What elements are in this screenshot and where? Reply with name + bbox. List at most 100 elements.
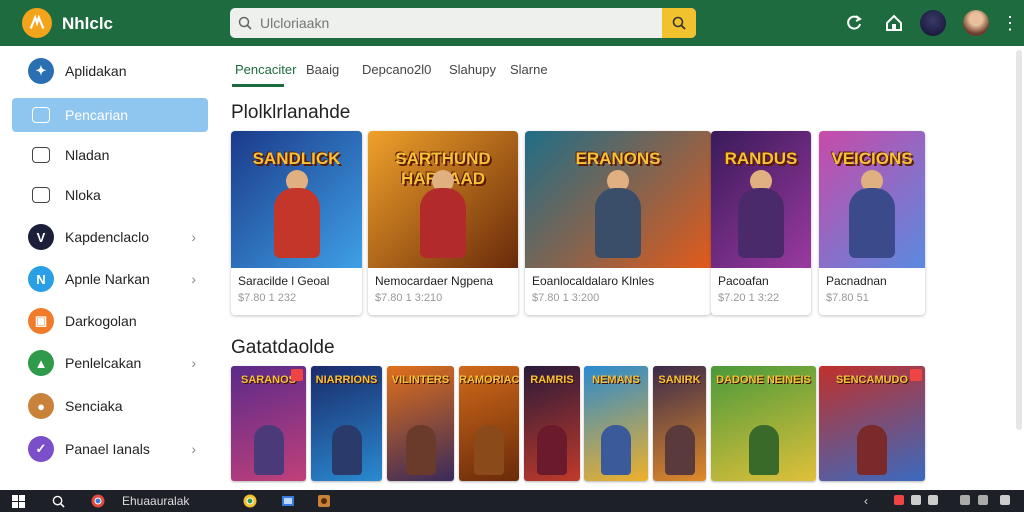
game-title: Pacnadnan bbox=[826, 274, 887, 288]
tile-title-art: DADONE NEINEIS bbox=[716, 374, 811, 386]
chrome-icon-2[interactable] bbox=[242, 493, 258, 509]
tile-title-art: NIARRIONS bbox=[315, 374, 378, 386]
tile-title-art: RAMRIS bbox=[530, 374, 574, 386]
game-cover-art: RANDUS bbox=[711, 131, 811, 268]
refresh-icon[interactable] bbox=[842, 11, 866, 35]
sidebar-item-label: Penlelcakan bbox=[65, 355, 142, 371]
character-figure bbox=[849, 188, 895, 258]
game-cover-art: VEICIONS bbox=[819, 131, 925, 268]
game-price: $7.80 1 232 bbox=[238, 292, 297, 304]
cover-title-art: RANDUS bbox=[724, 149, 798, 168]
tile-character-figure bbox=[664, 425, 695, 475]
game-tile[interactable]: RAMRIS bbox=[524, 366, 580, 481]
featured-game-card[interactable]: SANDLICK Saracilde l Geoal $7.80 1 232 bbox=[231, 131, 362, 315]
featured-game-card[interactable]: SARTHUND HARLAAD Nemocardaer Ngpena $7.80 … bbox=[368, 131, 518, 315]
tab-slarne[interactable]: Slarne bbox=[510, 62, 548, 77]
sidebar-item-3[interactable]: Nloka bbox=[12, 178, 208, 212]
shield-icon: V bbox=[28, 224, 54, 250]
tile-character-figure bbox=[474, 425, 504, 475]
taskbar-active-app-label[interactable]: Ehuaauralak bbox=[122, 494, 189, 508]
featured-game-card[interactable]: RANDUS Pacoafan $7.20 1 3:22 bbox=[711, 131, 811, 315]
featured-game-card[interactable]: ERANONS Eoanlocaldalaro Klnles $7.80 1 3:2… bbox=[525, 131, 711, 315]
featured-game-card[interactable]: VEICIONS Pacnadnan $7.80 51 bbox=[819, 131, 925, 315]
tray-clock-icon[interactable] bbox=[960, 495, 970, 505]
character-figure bbox=[420, 188, 466, 258]
game-title: Saracilde l Geoal bbox=[238, 274, 330, 288]
game-tile[interactable]: NEMANS bbox=[584, 366, 648, 481]
sidebar-item-label: Senciaka bbox=[65, 398, 123, 414]
sidebar-item-1[interactable]: Pencarian bbox=[12, 98, 208, 132]
home-icon[interactable] bbox=[882, 11, 906, 35]
app-title: Nhlclc bbox=[62, 14, 114, 33]
sidebar-item-label: Panael Ianals bbox=[65, 441, 150, 457]
sidebar-item-5[interactable]: N Apnle Narkan › bbox=[12, 262, 208, 296]
tile-title-art: SANIRK bbox=[658, 374, 701, 386]
app-logo[interactable] bbox=[22, 8, 52, 38]
profile-avatar-1[interactable] bbox=[920, 10, 946, 36]
character-figure bbox=[273, 188, 320, 258]
game-price: $7.80 1 3:210 bbox=[375, 292, 443, 304]
game-tile[interactable]: SARANOS bbox=[231, 366, 306, 481]
sidebar-item-9[interactable]: ✓ Panael Ianals › bbox=[12, 432, 208, 466]
featured-section-title: Plolklrlanahde bbox=[231, 102, 351, 123]
game-title: Pacoafan bbox=[718, 274, 769, 288]
profile-avatar-2[interactable] bbox=[963, 10, 989, 36]
sidebar-item-4[interactable]: V Kapdenclaclo › bbox=[12, 220, 208, 254]
search-button[interactable] bbox=[662, 8, 696, 38]
game-tile[interactable]: DADONE NEINEIS bbox=[711, 366, 816, 481]
game-title: Eoanlocaldalaro Klnles bbox=[532, 274, 655, 288]
sidebar: ✦ Aplidakan Pencarian Nladan Nloka V Kapdencla… bbox=[0, 46, 220, 490]
tab-slahupy[interactable]: Slahupy bbox=[449, 62, 496, 77]
folder-icon bbox=[32, 147, 50, 163]
tray-app-icon-red[interactable] bbox=[894, 495, 904, 505]
games-section-title: Gatatdaolde bbox=[231, 337, 335, 358]
tile-character-figure bbox=[253, 425, 284, 475]
game-tile[interactable]: VILINTERS bbox=[387, 366, 454, 481]
n-icon: N bbox=[28, 266, 54, 292]
game-tile[interactable]: SENCAMUDO bbox=[819, 366, 925, 481]
lock-icon: ▲ bbox=[28, 350, 54, 376]
search-input[interactable] bbox=[260, 15, 640, 31]
game-app-icon[interactable] bbox=[316, 493, 332, 509]
game-tile[interactable]: NIARRIONS bbox=[311, 366, 382, 481]
tab-baaig[interactable]: Baaig bbox=[306, 62, 339, 77]
active-tab-indicator bbox=[232, 84, 284, 87]
window-app-icon[interactable] bbox=[280, 493, 296, 509]
more-menu-icon[interactable]: ⋮ bbox=[998, 11, 1022, 35]
tile-character-figure bbox=[405, 425, 436, 475]
game-tile[interactable]: RAMORIAC bbox=[459, 366, 519, 481]
tab-pencaciter[interactable]: Pencaciter bbox=[235, 62, 296, 77]
tile-title-art: VILINTERS bbox=[391, 374, 450, 386]
cover-title-art: VEICIONS bbox=[831, 149, 913, 168]
vertical-scrollbar[interactable] bbox=[1016, 50, 1022, 430]
tray-chevron-icon[interactable]: ‹ bbox=[858, 493, 874, 509]
check-icon: ✓ bbox=[28, 436, 54, 462]
start-windows-icon[interactable] bbox=[10, 493, 26, 509]
sidebar-item-6[interactable]: ▣ Darkogolan bbox=[12, 304, 208, 338]
chrome-icon[interactable] bbox=[90, 493, 106, 509]
tray-date-icon[interactable] bbox=[978, 495, 988, 505]
tab-depcano2l0[interactable]: Depcano2l0 bbox=[362, 62, 431, 77]
chevron-right-icon: › bbox=[191, 229, 196, 245]
game-price: $7.80 51 bbox=[826, 292, 869, 304]
search-button-icon bbox=[672, 16, 686, 30]
tile-character-figure bbox=[857, 425, 887, 475]
top-bar: Nhlclc ⋮ bbox=[0, 0, 1024, 46]
game-title: Nemocardaer Ngpena bbox=[375, 274, 494, 288]
sidebar-item-label: Pencarian bbox=[65, 107, 129, 123]
game-price: $7.20 1 3:22 bbox=[718, 292, 780, 304]
compass-icon: ✦ bbox=[28, 58, 54, 84]
taskbar-search-icon[interactable] bbox=[50, 493, 66, 509]
notification-icon[interactable] bbox=[1000, 495, 1010, 505]
tray-network-icon[interactable] bbox=[911, 495, 921, 505]
chat-icon bbox=[32, 187, 50, 203]
game-tile[interactable]: SANIRK bbox=[653, 366, 706, 481]
sidebar-item-0[interactable]: ✦ Aplidakan bbox=[12, 54, 208, 88]
grid-icon: ▣ bbox=[28, 308, 54, 334]
tray-volume-icon[interactable] bbox=[928, 495, 938, 505]
sidebar-item-7[interactable]: ▲ Penlelcakan › bbox=[12, 346, 208, 380]
sidebar-item-2[interactable]: Nladan bbox=[12, 138, 208, 172]
tile-title-art: NEMANS bbox=[592, 374, 640, 386]
tile-badge-icon bbox=[910, 369, 922, 381]
sidebar-item-8[interactable]: ● Senciaka bbox=[12, 389, 208, 423]
